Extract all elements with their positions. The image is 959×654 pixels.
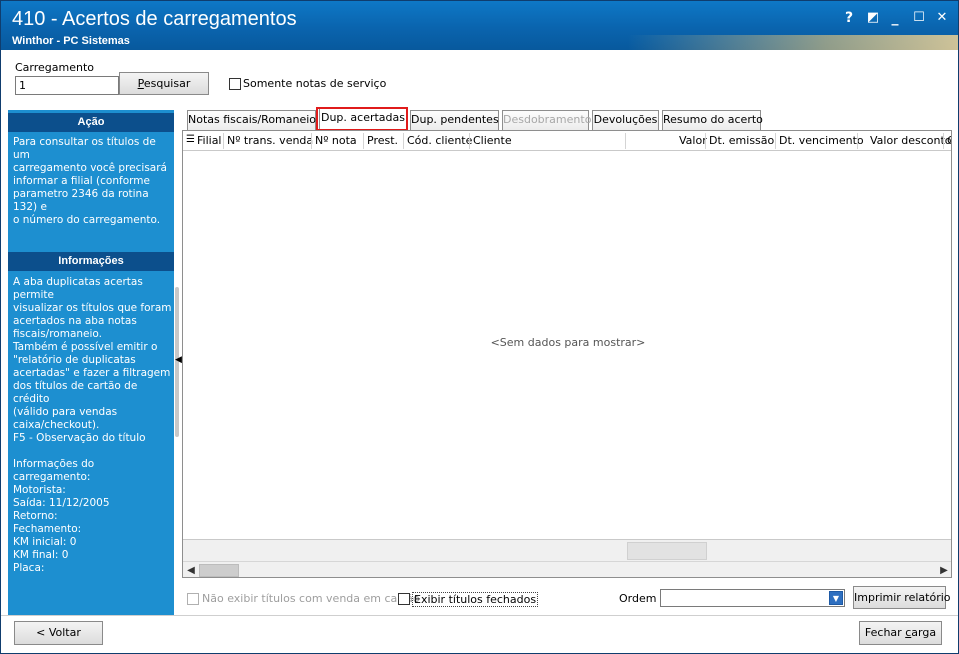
grid-empty-message: <Sem dados para mostrar>: [490, 336, 646, 349]
minimize-icon[interactable]: _: [886, 10, 904, 26]
carregamento-input[interactable]: [15, 76, 119, 95]
column-c[interactable]: C: [947, 134, 951, 147]
fechar-carga-button[interactable]: Fechar carga: [859, 621, 942, 645]
carregamento-label: Carregamento: [15, 61, 95, 74]
help-icon[interactable]: ?: [840, 10, 858, 26]
column-separator: [363, 133, 364, 149]
tab-desdobramento: Desdobramento: [502, 110, 591, 130]
grid-summary-cell: [627, 542, 707, 560]
scroll-left-icon[interactable]: ◀: [184, 563, 198, 577]
column-valor-desconto[interactable]: Valor desconto: [870, 134, 951, 147]
pesquisar-button[interactable]: Pesquisar: [119, 72, 209, 95]
close-icon[interactable]: ✕: [933, 10, 951, 26]
scroll-right-icon[interactable]: ▶: [937, 563, 951, 577]
column-valor[interactable]: Valor: [679, 134, 707, 147]
restore-layout-icon[interactable]: ◩: [864, 10, 882, 26]
exibir-fechados-label[interactable]: Exibir títulos fechados: [412, 592, 539, 607]
sidebar-panel: Ação Para consultar os títulos de um car…: [8, 110, 174, 615]
voltar-button[interactable]: < Voltar: [14, 621, 103, 645]
acao-text: Para consultar os títulos de um carregam…: [13, 136, 167, 226]
tab-resumo-do-acerto[interactable]: Resumo do acerto: [662, 110, 763, 130]
tab-notas-fiscais-romaneio[interactable]: Notas fiscais/Romaneio: [187, 110, 316, 130]
column-separator: [775, 133, 776, 149]
tab-strip: Notas fiscais/Romaneio Dup. acertadas Du…: [187, 108, 947, 130]
informacoes-text: A aba duplicatas acertas permite visuali…: [13, 276, 172, 574]
chevron-down-icon[interactable]: ▼: [829, 591, 843, 605]
pesquisar-button-label: esquisar: [143, 77, 191, 90]
tab-devolucoes[interactable]: Devoluções: [592, 110, 659, 130]
column-dt-emissao[interactable]: Dt. emissão: [709, 134, 774, 147]
footer-bar: < Voltar Fechar carga: [1, 615, 958, 653]
column-separator: [625, 133, 626, 149]
title-bar-glow: [628, 35, 958, 50]
column-nota[interactable]: Nº nota: [315, 134, 357, 147]
horizontal-scrollbar[interactable]: ◀ ▶: [183, 561, 951, 577]
column-prest[interactable]: Prest.: [367, 134, 398, 147]
tab-dup-pendentes[interactable]: Dup. pendentes: [410, 110, 499, 130]
window-title: 410 - Acertos de carregamentos: [12, 8, 297, 30]
grid-header: ☰ Filial Nº trans. venda Nº nota Prest. …: [183, 131, 951, 151]
acao-header: Ação: [8, 113, 174, 132]
application-window: 410 - Acertos de carregamentos Winthor -…: [0, 0, 959, 654]
active-tab-highlight: [316, 107, 408, 131]
column-trans-venda[interactable]: Nº trans. venda: [227, 134, 313, 147]
fechar-carga-label-start: Fechar: [864, 626, 906, 639]
somente-notas-servico-label: Somente notas de serviço: [243, 77, 387, 90]
column-cod-cliente[interactable]: Cód. cliente: [407, 134, 472, 147]
scrollbar-thumb[interactable]: [199, 564, 239, 577]
imprimir-relatorio-button[interactable]: Imprimir relatório: [853, 586, 951, 609]
column-separator: [403, 133, 404, 149]
maximize-icon[interactable]: ☐: [910, 10, 928, 26]
window-subtitle: Winthor - PC Sistemas: [12, 35, 130, 47]
nao-exibir-cartao-label: Não exibir títulos com venda em cartão: [202, 592, 420, 605]
fechar-carga-label-end: arga: [911, 626, 937, 639]
search-panel: Carregamento Pesquisar Somente notas de …: [7, 53, 952, 108]
column-separator: [857, 133, 858, 149]
ordem-label: Ordem: [619, 592, 657, 605]
informacoes-header: Informações: [8, 252, 174, 271]
column-separator: [469, 133, 470, 149]
column-chooser-icon[interactable]: ☰: [186, 134, 195, 145]
exibir-fechados-checkbox[interactable]: [398, 593, 410, 605]
grid-summary-row: [183, 539, 951, 561]
column-separator: [223, 133, 224, 149]
ordem-select[interactable]: ▼: [660, 589, 845, 607]
collapse-left-icon[interactable]: ◀: [175, 355, 182, 365]
titles-grid[interactable]: ☰ Filial Nº trans. venda Nº nota Prest. …: [182, 130, 952, 578]
column-dt-vencimento[interactable]: Dt. vencimento: [779, 134, 864, 147]
title-bar: 410 - Acertos de carregamentos Winthor -…: [1, 1, 958, 50]
column-filial[interactable]: Filial: [197, 134, 222, 147]
column-separator: [311, 133, 312, 149]
column-separator: [705, 133, 706, 149]
column-cliente[interactable]: Cliente: [473, 134, 512, 147]
column-separator: [943, 133, 944, 149]
grid-options-bar: Não exibir títulos com venda em cartão E…: [182, 584, 952, 612]
sidebar-splitter[interactable]: ◀: [174, 287, 182, 437]
somente-notas-servico-checkbox[interactable]: [229, 78, 241, 90]
nao-exibir-cartao-checkbox: [187, 593, 199, 605]
